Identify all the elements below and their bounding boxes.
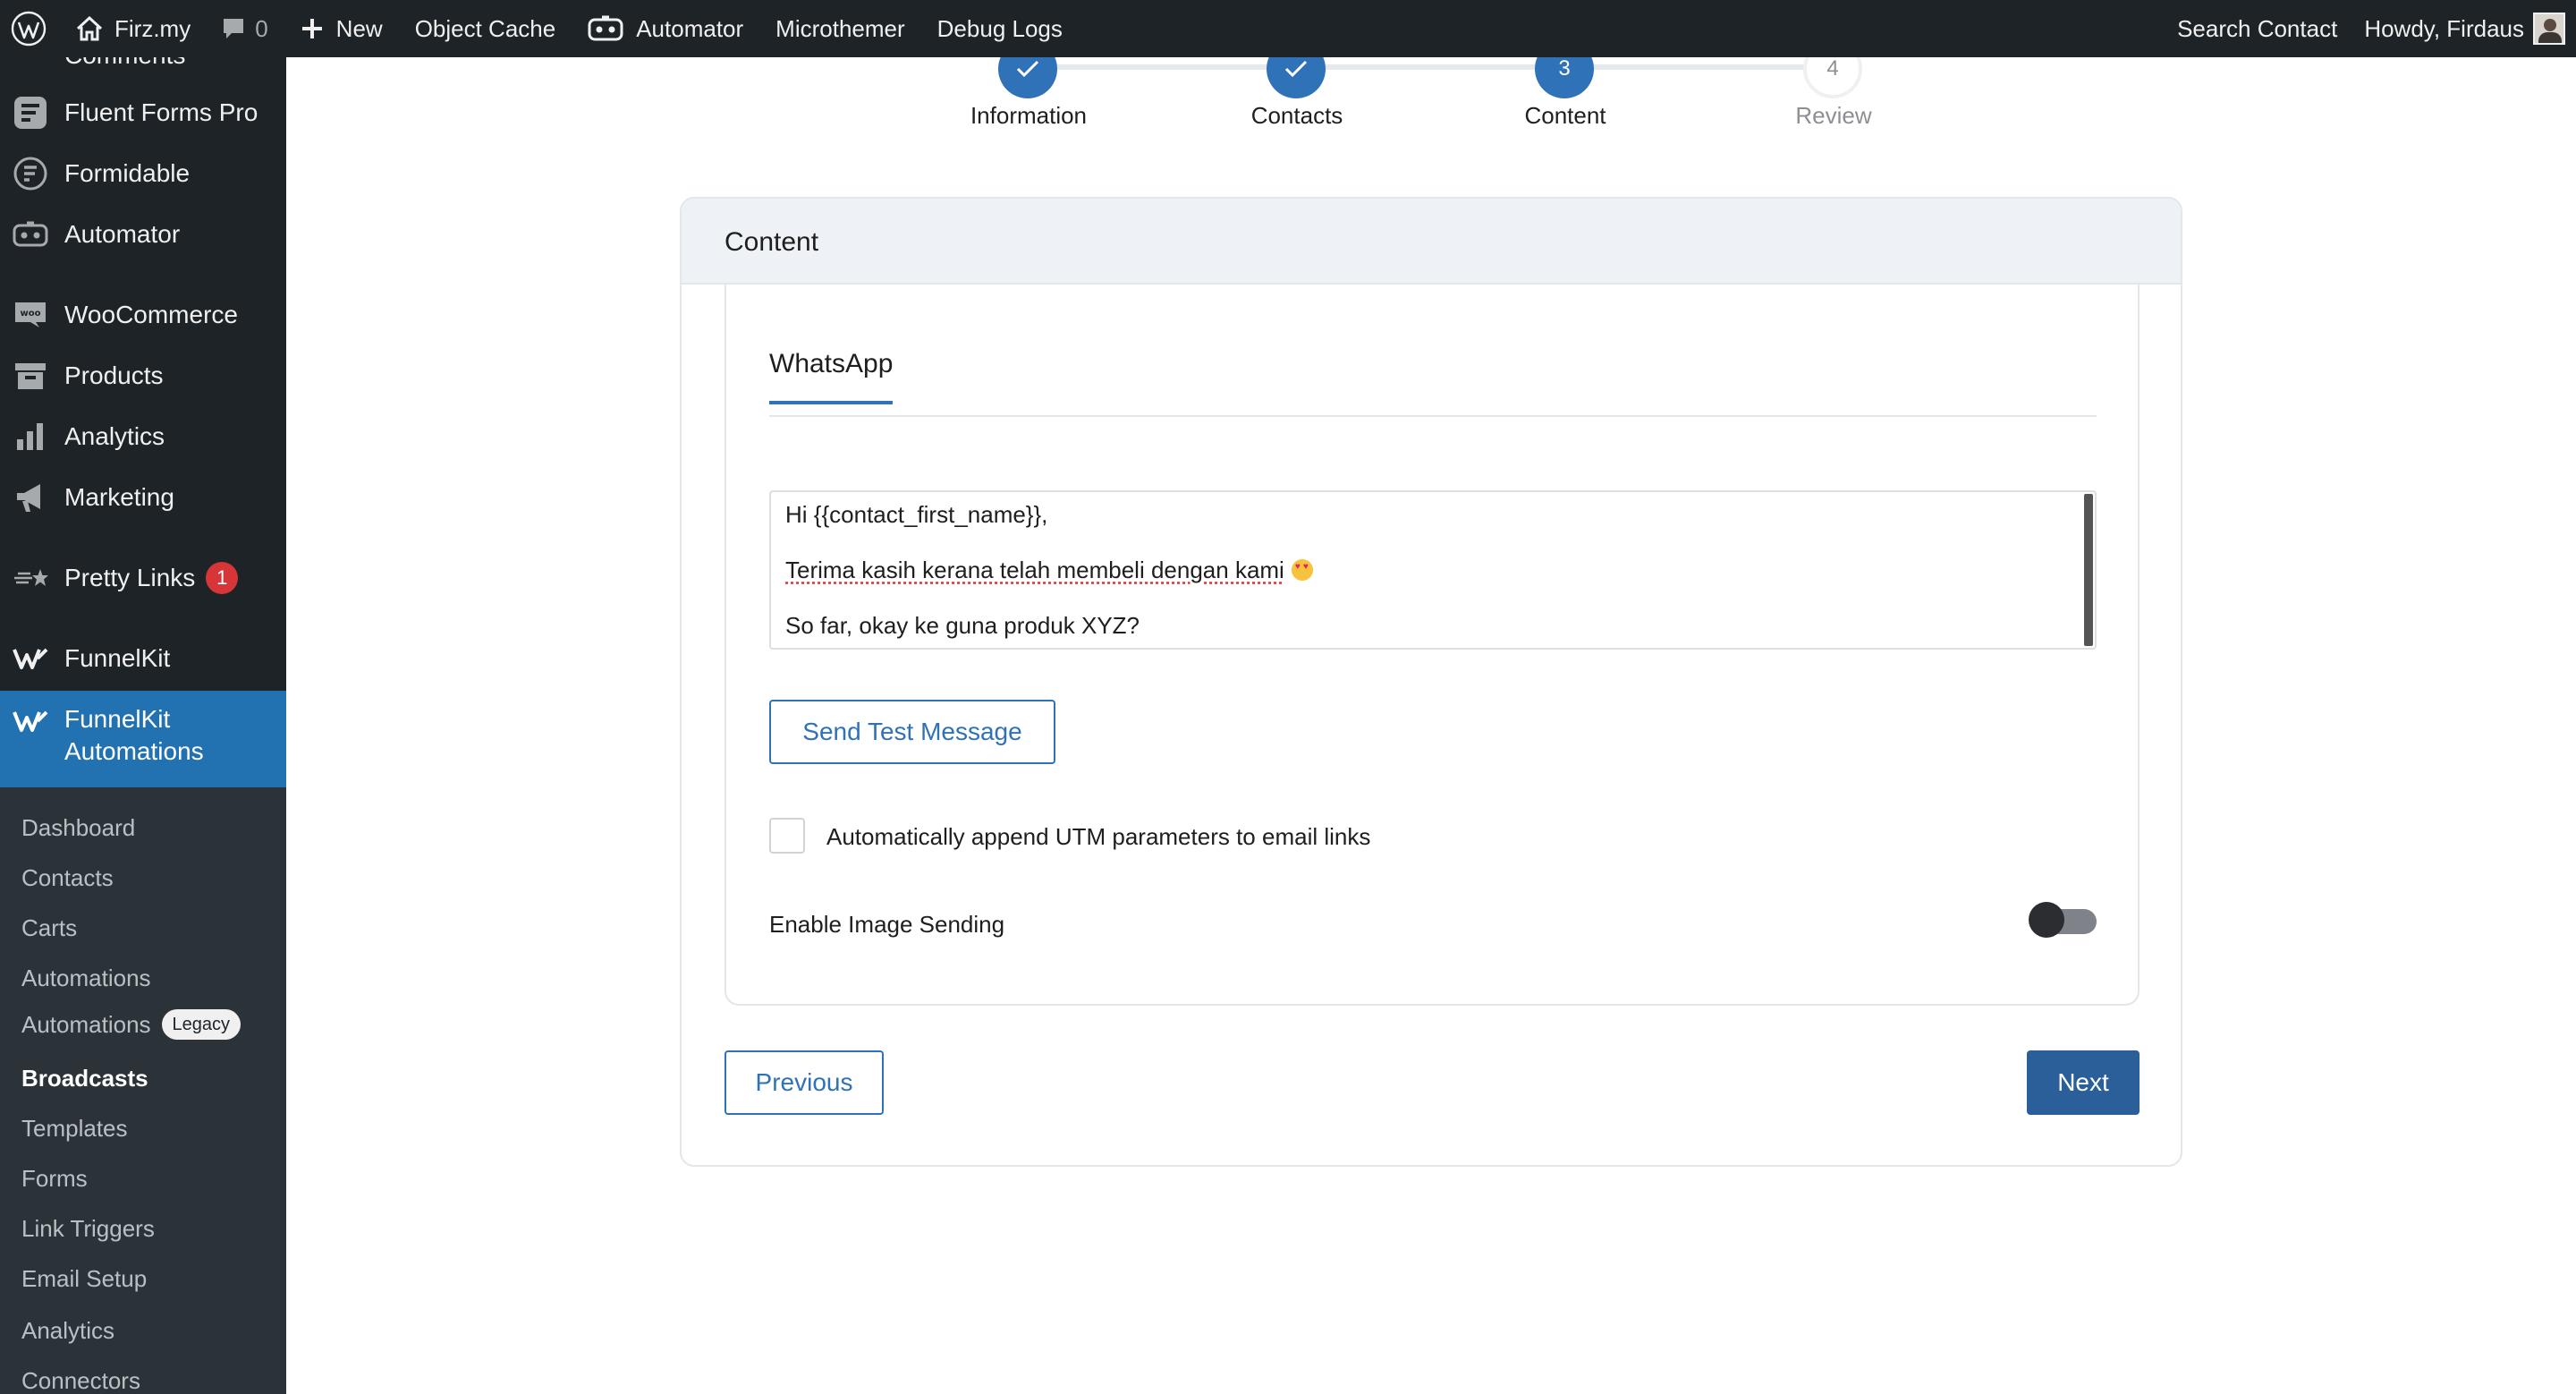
step-label-content: Content — [1524, 102, 1606, 129]
sidebar-item-pretty-links[interactable]: Pretty Links 1 — [0, 560, 286, 596]
svg-text:woo: woo — [21, 309, 41, 319]
admin-sidebar: Comments Fluent Forms Pro Formidable Aut… — [0, 57, 286, 1394]
object-cache-link[interactable]: Object Cache — [383, 0, 556, 57]
submenu-templates[interactable]: Templates — [21, 1115, 128, 1143]
message-textarea[interactable]: Hi {{contact_first_name}}, Terima kasih … — [769, 490, 2097, 650]
avatar[interactable] — [2533, 13, 2565, 45]
image-sending-toggle[interactable] — [2029, 902, 2097, 938]
active-menu-line1: FunnelKit — [64, 705, 171, 733]
step-label-review: Review — [1795, 102, 1872, 129]
card-title: Content — [724, 227, 819, 257]
user-menu[interactable]: Howdy, Firdaus — [2364, 0, 2533, 57]
content-card: Content WhatsApp Hi {{contact_first_name… — [680, 197, 2182, 1167]
funnelkit-icon — [13, 641, 48, 676]
sidebar-item-comments-partial[interactable]: Comments — [0, 57, 286, 69]
sidebar-item-analytics[interactable]: Analytics — [0, 419, 286, 455]
card-header: Content — [682, 199, 2181, 285]
step-label-information[interactable]: Information — [921, 102, 1136, 130]
automator-icon — [588, 15, 623, 41]
bar-chart-icon — [13, 419, 48, 455]
step-connector — [1297, 64, 1537, 70]
fluent-forms-icon — [13, 95, 48, 131]
new-label: New — [335, 14, 383, 42]
image-sending-label: Enable Image Sending — [769, 911, 1005, 938]
woocommerce-icon: woo — [13, 297, 48, 333]
site-name: Firz.my — [114, 14, 191, 42]
debug-logs-link[interactable]: Debug Logs — [905, 0, 1063, 57]
submenu-contacts[interactable]: Contacts — [21, 864, 114, 892]
send-test-message-button[interactable]: Send Test Message — [769, 700, 1055, 764]
submenu-email-setup[interactable]: Email Setup — [21, 1265, 147, 1293]
tab-whatsapp[interactable]: WhatsApp — [769, 349, 894, 404]
message-line-1: Hi {{contact_first_name}}, — [785, 501, 1048, 528]
howdy-label: Howdy, Firdaus — [2364, 14, 2524, 42]
step-connector — [1565, 64, 1805, 70]
active-menu-line2: Automations — [64, 737, 204, 765]
next-button[interactable]: Next — [2027, 1050, 2140, 1115]
tab-divider — [769, 415, 2097, 417]
site-name-link[interactable]: Firz.my — [57, 0, 191, 57]
submenu-carts[interactable]: Carts — [21, 914, 77, 942]
sidebar-item-formidable[interactable]: Formidable — [0, 156, 286, 191]
sidebar-item-automator[interactable]: Automator — [0, 217, 286, 252]
funnelkit-submenu: Dashboard Contacts Carts Automations Aut… — [0, 787, 286, 1394]
update-count-badge: 1 — [206, 562, 239, 594]
plus-icon — [301, 19, 322, 38]
formidable-icon — [13, 156, 48, 191]
submenu-forms[interactable]: Forms — [21, 1165, 88, 1193]
sidebar-item-products[interactable]: Products — [0, 358, 286, 394]
step-label-contacts[interactable]: Contacts — [1190, 102, 1404, 130]
legacy-badge: Legacy — [161, 1009, 242, 1040]
automator-link[interactable]: Automator — [555, 0, 743, 57]
funnelkit-automations-icon — [13, 703, 48, 739]
sidebar-item-woocommerce[interactable]: woo WooCommerce — [0, 297, 286, 333]
home-icon — [76, 15, 103, 41]
comment-bubble-icon — [224, 19, 244, 38]
sidebar-item-funnelkit[interactable]: FunnelKit — [0, 641, 286, 676]
submenu-connectors[interactable]: Connectors — [21, 1367, 140, 1394]
message-line-2: Terima kasih kerana telah membeli dengan… — [785, 557, 1313, 584]
toggle-knob — [2029, 902, 2064, 938]
pretty-links-star-icon — [13, 560, 48, 596]
sidebar-item-marketing[interactable]: Marketing — [0, 480, 286, 515]
message-line-3: So far, okay ke guna produk XYZ? — [785, 612, 1140, 639]
submenu-analytics[interactable]: Analytics — [21, 1317, 114, 1345]
search-contact-link[interactable]: Search Contact — [2177, 0, 2364, 57]
submenu-link-triggers[interactable]: Link Triggers — [21, 1215, 155, 1243]
wordpress-logo-icon[interactable] — [0, 0, 57, 57]
previous-button[interactable]: Previous — [724, 1050, 884, 1115]
submenu-automations-legacy[interactable]: Automations Legacy — [21, 1009, 242, 1040]
sidebar-item-funnelkit-automations[interactable]: FunnelKit Automations — [0, 691, 286, 787]
submenu-dashboard[interactable]: Dashboard — [21, 814, 135, 842]
comments-count: 0 — [255, 14, 268, 42]
submenu-broadcasts[interactable]: Broadcasts — [21, 1065, 148, 1092]
textarea-scrollbar[interactable] — [2084, 494, 2093, 646]
microthemer-link[interactable]: Microthemer — [743, 0, 904, 57]
submenu-automations[interactable]: Automations — [21, 965, 151, 992]
sidebar-item-fluent-forms[interactable]: Fluent Forms Pro — [0, 95, 286, 131]
comments-link[interactable]: 0 — [191, 0, 268, 57]
step-connector — [1029, 64, 1268, 70]
admin-bar: Firz.my 0 New Object Cache Automator Mic… — [0, 0, 2576, 57]
utm-parameters-label: Automatically append UTM parameters to e… — [826, 823, 1371, 850]
megaphone-icon — [13, 480, 48, 515]
whatsapp-panel: WhatsApp Hi {{contact_first_name}}, Teri… — [724, 285, 2140, 1006]
heart-eyes-emoji-icon — [1291, 559, 1313, 581]
utm-parameters-checkbox[interactable] — [769, 818, 805, 854]
new-content-link[interactable]: New — [268, 0, 383, 57]
products-icon — [13, 358, 48, 394]
automator-label: Automator — [636, 14, 744, 42]
automator-icon — [13, 217, 48, 252]
